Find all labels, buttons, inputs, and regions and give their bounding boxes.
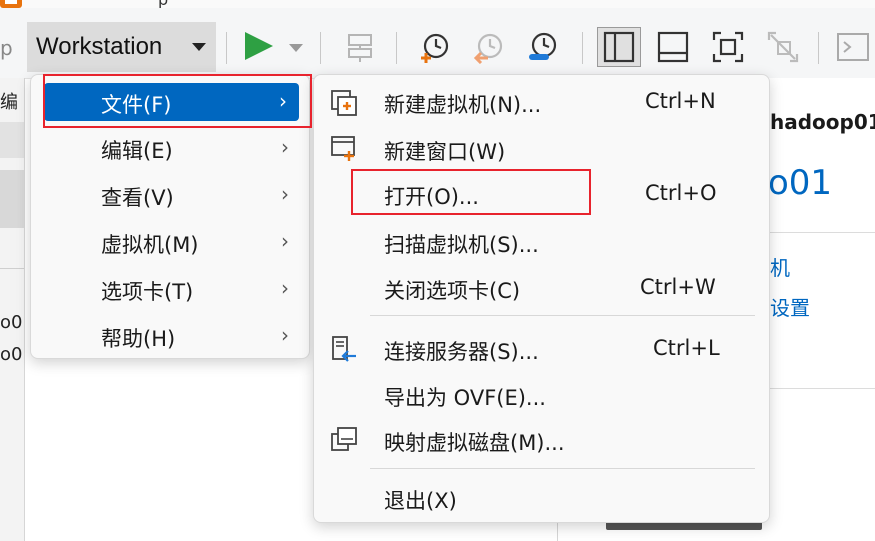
chevron-right-icon: › [281,229,289,253]
menu-item-label: 退出(X) [384,489,457,513]
left-panel-block [0,122,24,158]
new-vm-icon [331,90,357,116]
menu-item-exit[interactable]: 退出(X) [314,476,769,520]
menu-item-label: 编辑(E) [101,139,173,163]
play-icon[interactable] [245,32,273,60]
menu-item-label: 映射虚拟磁盘(M)... [384,431,565,455]
menu-separator [370,468,755,469]
menu-item-label: 虚拟机(M) [101,233,199,257]
menu-item-open[interactable]: 打开(O)... Ctrl+O [314,172,769,216]
chevron-right-icon: › [279,89,287,113]
toolbar-separator [226,32,227,64]
shortcut-label: Ctrl+N [645,89,716,113]
menu-item-scan-vm[interactable]: 扫描虚拟机(S)... [314,220,769,264]
toolbar-separator [582,32,583,64]
menu-item-export-ovf[interactable]: 导出为 OVF(E)... [314,373,769,417]
connect-server-icon [332,336,356,362]
toolbar: p Workstation [0,8,875,79]
menu-item-label: 打开(O)... [384,185,479,209]
menu-separator [370,315,755,316]
left-panel-text: 编 [0,92,18,113]
panel-divider [24,78,25,541]
divider [0,268,24,269]
left-panel-text: o0 [0,344,23,365]
menu-item-label: 导出为 OVF(E)... [384,386,546,410]
menu-item-label: 扫描虚拟机(S)... [384,233,539,257]
menu-item-edit[interactable]: 编辑(E) › [31,126,309,170]
vm-tab-title[interactable]: hadoop01 [770,110,875,134]
menu-item-file[interactable]: 文件(F) › [44,83,299,121]
menu-item-label: 查看(V) [101,186,174,210]
send-ctrl-alt-del-icon[interactable] [343,30,377,64]
toolbar-separator [320,32,321,64]
new-window-icon [331,136,355,161]
menu-item-label: 文件(F) [101,93,172,117]
menu-item-tabs[interactable]: 选项卡(T) › [31,267,309,311]
map-disk-icon [331,427,357,451]
power-on-link[interactable]: 机 [770,252,790,281]
snapshot-icon[interactable] [418,30,452,64]
file-submenu: 新建虚拟机(N)... Ctrl+N 新建窗口(W) 打开(O)... Ctrl… [313,74,770,523]
menu-item-vm[interactable]: 虚拟机(M) › [31,220,309,264]
chevron-down-icon [192,43,206,51]
menu-item-label: 帮助(H) [101,327,176,351]
divider [770,232,875,233]
library-view-icon [603,31,635,63]
menu-item-help[interactable]: 帮助(H) › [31,314,309,358]
menu-item-close-tab[interactable]: 关闭选项卡(C) Ctrl+W [314,266,769,310]
title-bar: p [0,0,875,9]
workstation-menu-button[interactable]: Workstation [27,22,216,72]
shortcut-label: Ctrl+W [640,275,716,299]
edit-settings-link[interactable]: 设置 [770,292,810,321]
chevron-right-icon: › [281,276,289,300]
divider [770,388,875,389]
menu-item-new-window[interactable]: 新建窗口(W) [314,127,769,171]
revert-snapshot-icon[interactable] [472,30,506,64]
workstation-menu: 文件(F) › 编辑(E) › 查看(V) › 虚拟机(M) › 选项卡(T) … [30,74,310,359]
toolbar-separator [396,32,397,64]
menu-item-label: 连接服务器(S)... [384,340,539,364]
menu-item-label: 新建虚拟机(N)... [384,93,542,117]
vmware-logo-icon [0,0,22,8]
toolbar-left-fragment: p [0,36,13,60]
toolbar-separator [818,32,819,64]
menu-item-map-disk[interactable]: 映射虚拟磁盘(M)... [314,418,769,462]
unity-icon[interactable] [766,30,800,64]
workstation-menu-label: Workstation [36,33,163,60]
power-dropdown-icon[interactable] [289,44,303,52]
chevron-right-icon: › [281,323,289,347]
menu-item-new-vm[interactable]: 新建虚拟机(N)... Ctrl+N [314,80,769,124]
menu-item-label: 选项卡(T) [101,280,194,304]
snapshot-manager-icon[interactable] [526,30,560,64]
left-panel-block [0,170,24,228]
console-view-icon[interactable] [656,30,690,64]
menu-item-view[interactable]: 查看(V) › [31,173,309,217]
menu-item-label: 新建窗口(W) [384,140,506,164]
menu-item-connect-server[interactable]: 连接服务器(S)... Ctrl+L [314,327,769,371]
shortcut-label: Ctrl+L [653,336,720,360]
chevron-right-icon: › [281,182,289,206]
fullscreen-icon[interactable] [711,30,745,64]
vm-title: o01 [768,163,833,203]
library-view-button[interactable] [597,27,641,67]
menu-item-label: 关闭选项卡(C) [384,279,521,303]
left-panel-text: o0 [0,312,23,333]
shortcut-label: Ctrl+O [645,181,717,205]
terminal-icon[interactable] [836,30,870,64]
chevron-right-icon: › [281,135,289,159]
